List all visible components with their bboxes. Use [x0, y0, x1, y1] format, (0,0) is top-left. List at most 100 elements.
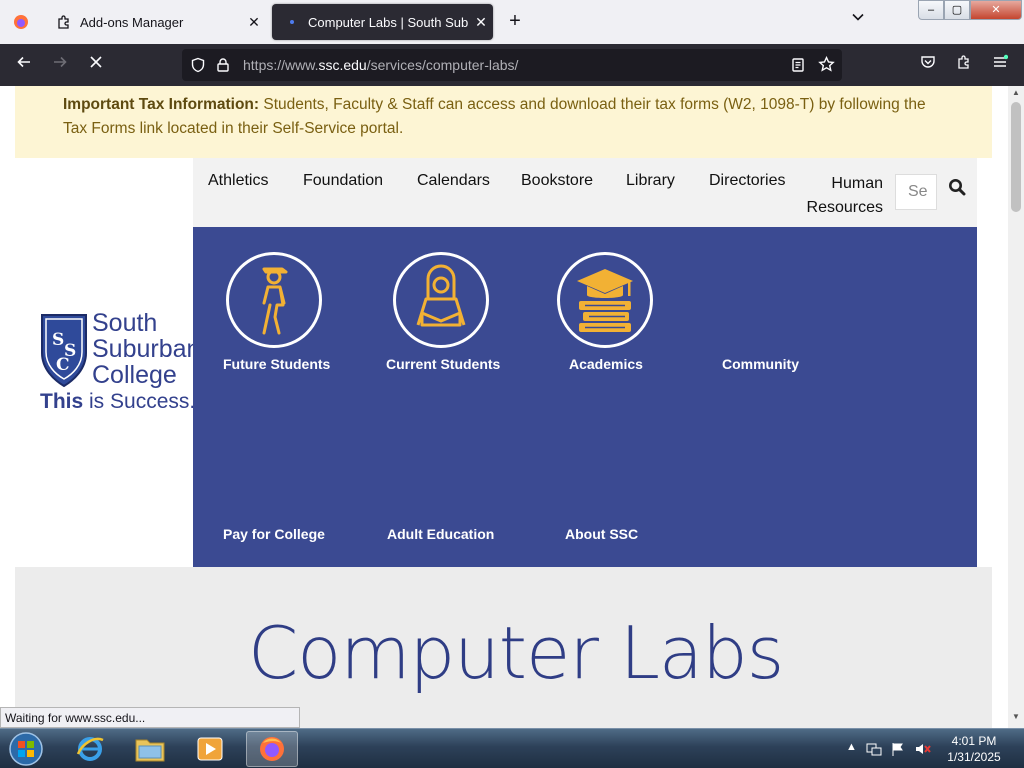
nav-link-bookstore[interactable]: Bookstore — [521, 172, 593, 190]
page-title: Computer Labs — [248, 611, 784, 695]
internet-explorer-icon — [76, 737, 104, 761]
close-window-button[interactable]: ✕ — [970, 0, 1022, 20]
minimize-button[interactable]: – — [918, 0, 944, 20]
search-button[interactable] — [943, 178, 971, 206]
taskbar-clock[interactable]: 4:01 PM 1/31/2025 — [938, 733, 1010, 765]
nav-link-athletics[interactable]: Athletics — [208, 172, 268, 190]
taskbar-internet-explorer[interactable] — [64, 731, 116, 767]
url-path: /services/computer-labs/ — [366, 57, 519, 73]
stop-icon — [90, 56, 102, 68]
address-bar[interactable]: https://www.ssc.edu/services/computer-la… — [182, 49, 842, 81]
show-hidden-icons-button[interactable]: ▲ — [846, 741, 857, 753]
maximize-button[interactable]: ▢ — [944, 0, 970, 20]
taskbar-firefox[interactable] — [246, 731, 298, 767]
page-hero: Computer Labs — [15, 567, 992, 728]
mega-menu-pay-for-college[interactable]: Pay for College — [223, 526, 325, 542]
volume-muted-icon[interactable] — [914, 741, 932, 760]
current-students-tile[interactable] — [393, 252, 489, 348]
taskbar-file-explorer[interactable] — [124, 731, 176, 767]
tracking-shield-icon[interactable] — [190, 57, 206, 73]
svg-text:C: C — [56, 355, 70, 375]
tax-info-banner: Important Tax Information: Students, Fac… — [15, 86, 992, 158]
list-all-tabs-button[interactable] — [846, 10, 870, 34]
url-text[interactable]: https://www.ssc.edu/services/computer-la… — [243, 57, 518, 73]
scroll-down-arrow-icon[interactable]: ▼ — [1008, 712, 1024, 726]
action-center-flag-icon[interactable] — [890, 741, 906, 760]
navigation-toolbar: https://www.ssc.edu/services/computer-la… — [0, 44, 1024, 86]
nav-hr-line-1: Human — [831, 175, 883, 192]
close-tab-icon[interactable]: ✕ — [242, 14, 266, 31]
scroll-up-arrow-icon[interactable]: ▲ — [1008, 88, 1024, 102]
tab-title: Add-ons Manager — [80, 14, 184, 30]
puzzle-icon — [958, 55, 969, 69]
logo-line-2: Suburban — [92, 335, 196, 363]
nav-link-library[interactable]: Library — [626, 172, 675, 190]
mega-menu-about-ssc[interactable]: About SSC — [565, 526, 638, 542]
pocket-button[interactable] — [916, 53, 940, 77]
top-navigation: Athletics Foundation Calendars Bookstore… — [193, 158, 977, 227]
firefox-icon — [260, 737, 284, 761]
taskbar-media-player[interactable] — [184, 731, 236, 767]
student-reading-icon — [416, 264, 466, 327]
mega-menu-current-students[interactable]: Current Students — [386, 356, 500, 372]
search-input[interactable]: Se — [895, 174, 937, 210]
scrollbar-thumb[interactable] — [1011, 102, 1021, 212]
bookmark-star-icon[interactable] — [818, 56, 835, 73]
window-controls: – ▢ ✕ — [918, 0, 1022, 20]
tab-computer-labs[interactable]: Computer Labs | South Suburban College ✕ — [272, 4, 493, 40]
logo-tagline: This is Success. — [40, 390, 195, 414]
folder-icon — [135, 739, 165, 762]
lock-icon[interactable] — [215, 57, 231, 73]
clock-date: 1/31/2025 — [947, 750, 1001, 764]
nav-link-directories[interactable]: Directories — [709, 172, 785, 190]
start-button[interactable] — [0, 731, 52, 767]
network-icon[interactable] — [866, 741, 882, 760]
mega-menu-community[interactable]: Community — [722, 356, 799, 372]
back-button[interactable] — [12, 53, 36, 77]
mega-menu-adult-education[interactable]: Adult Education — [387, 526, 494, 542]
page-favicon-icon — [284, 14, 300, 30]
logo-wordmark: South Suburban College — [92, 310, 196, 388]
mega-menu-academics[interactable]: Academics — [569, 356, 643, 372]
nav-link-calendars[interactable]: Calendars — [417, 172, 490, 190]
college-logo[interactable]: S S C South Suburban College This is Suc… — [38, 310, 196, 420]
shield-icon: S S C — [41, 314, 87, 388]
close-tab-icon[interactable]: ✕ — [469, 14, 493, 31]
url-prefix: https://www. — [243, 57, 319, 73]
nav-hr-line-2: Resources — [806, 199, 883, 216]
new-tab-button[interactable]: + — [503, 10, 527, 34]
logo-line-3: College — [92, 361, 177, 389]
puzzle-icon — [58, 15, 69, 29]
future-students-tile[interactable] — [226, 252, 322, 348]
stop-loading-button[interactable] — [84, 53, 108, 77]
nav-link-foundation[interactable]: Foundation — [303, 172, 383, 190]
pocket-icon — [921, 56, 935, 68]
notice-heading: Important Tax Information: — [63, 96, 260, 113]
tagline-bold: This — [40, 390, 84, 413]
reader-view-icon[interactable] — [790, 57, 806, 73]
svg-text:S: S — [52, 330, 64, 350]
mega-menu-future-students[interactable]: Future Students — [223, 356, 330, 372]
firefox-view-button[interactable] — [0, 0, 42, 44]
clock-time: 4:01 PM — [951, 734, 997, 748]
status-bar: Waiting for www.ssc.edu... — [0, 707, 300, 728]
firefox-icon — [14, 15, 28, 29]
nav-link-human-resources[interactable]: Human Resources — [804, 172, 883, 220]
tab-addons-manager[interactable]: Add-ons Manager ✕ — [44, 4, 266, 40]
tagline-rest: is Success. — [83, 390, 196, 413]
page-content: Important Tax Information: Students, Fac… — [0, 86, 1008, 728]
logo-line-1: South — [92, 310, 158, 337]
walking-student-icon — [262, 267, 288, 335]
app-menu-button[interactable] — [988, 53, 1012, 77]
page-scrollbar[interactable]: ▲ ▼ — [1008, 86, 1024, 728]
search-icon — [949, 179, 966, 196]
mega-menu: Future Students Current Students Academi… — [193, 227, 977, 567]
academics-tile[interactable] — [557, 252, 653, 348]
url-host: ssc.edu — [318, 57, 367, 73]
extensions-button[interactable] — [952, 53, 976, 77]
tab-title: Computer Labs | South Suburban College — [308, 14, 469, 30]
windows-start-icon — [9, 732, 43, 766]
graduation-cap-books-icon — [577, 269, 633, 332]
tab-strip: Add-ons Manager ✕ Computer Labs | South … — [0, 0, 1024, 44]
forward-button[interactable] — [48, 53, 72, 77]
